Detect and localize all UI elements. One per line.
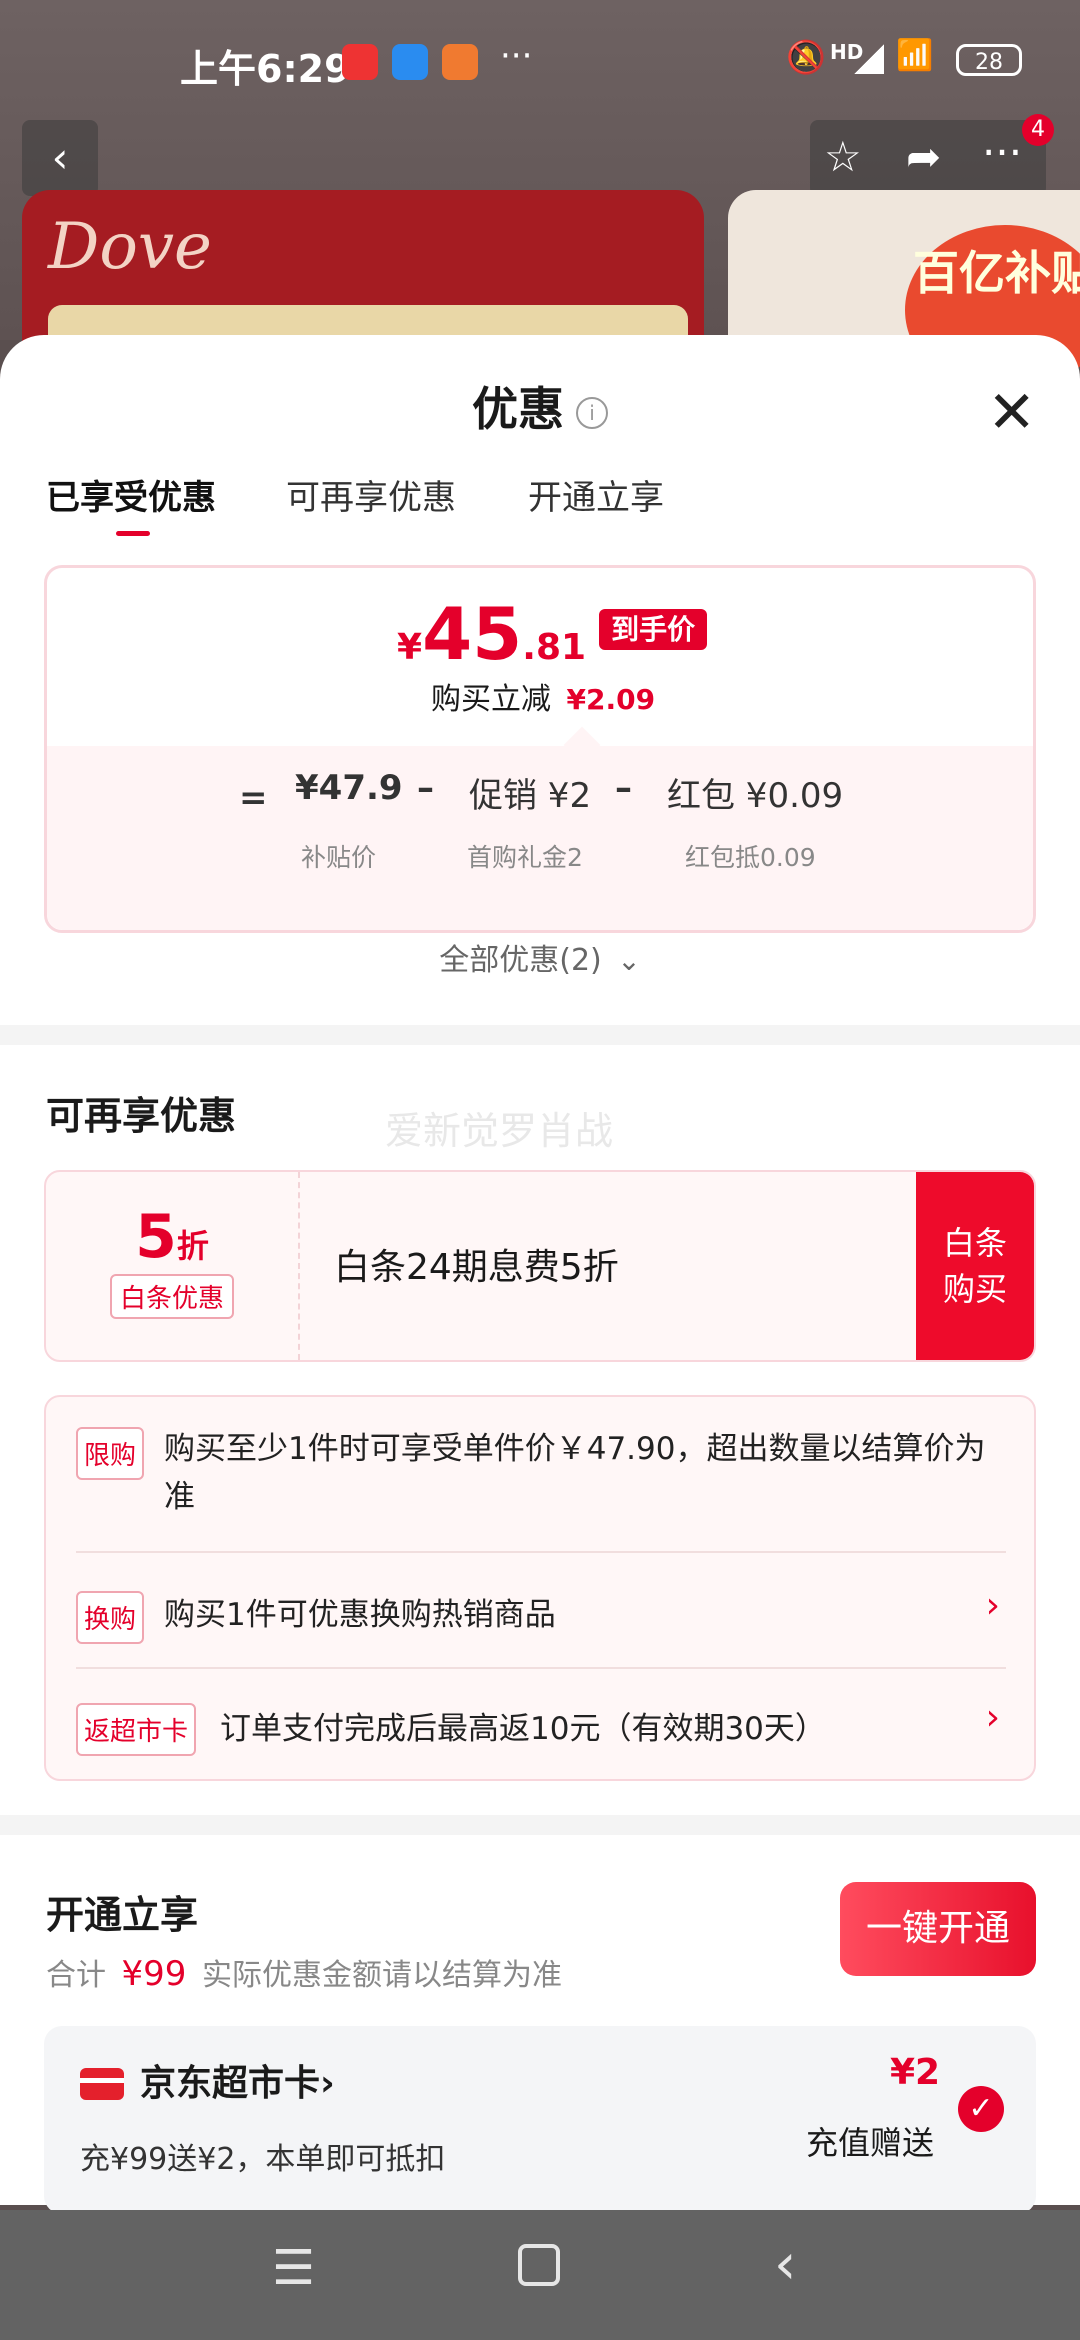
- rule-badge: 返超市卡: [76, 1703, 197, 1756]
- close-icon[interactable]: ✕: [987, 383, 1036, 441]
- mute-icon: 🔕: [786, 38, 826, 76]
- subsidy-price-label: 补贴价: [301, 843, 377, 872]
- minus-sign: –: [615, 768, 632, 808]
- card-icon: [80, 2068, 124, 2100]
- jd-card-desc: 充¥99送¥2，本单即可抵扣: [80, 2142, 446, 2177]
- system-nav-bar: ☰ ‹: [0, 2210, 1080, 2340]
- rule-text: 订单支付完成后最高返10元（有效期30天）: [220, 1711, 826, 1747]
- promo-value: 促销 ¥2: [469, 776, 592, 816]
- baitiao-buy-button[interactable]: 白条 购买: [916, 1172, 1034, 1360]
- total-label: 合计: [46, 1958, 106, 1993]
- star-icon[interactable]: ☆: [824, 132, 862, 181]
- brand-logo: Dove: [48, 210, 212, 284]
- check-icon[interactable]: ✓: [958, 2086, 1004, 2132]
- rule-badge: 换购: [76, 1591, 145, 1644]
- instant-discount-amount: ¥2.09: [566, 683, 656, 716]
- gift-label: 充值赠送: [806, 2124, 935, 2162]
- watermark: 爱新觉罗肖战: [385, 1109, 614, 1153]
- coupon-value-box: 5折 白条优惠: [46, 1172, 300, 1360]
- open-enjoy-total: 合计 ¥99 实际优惠金额请以结算为准: [46, 1950, 562, 1994]
- rule-text: 购买至少1件时可享受单件价￥47.90，超出数量以结算价为准: [164, 1431, 986, 1515]
- info-icon[interactable]: i: [576, 396, 608, 429]
- coupon-discount-unit: 折: [176, 1227, 209, 1265]
- coupon-badge: 白条优惠: [109, 1274, 234, 1319]
- discount-rules-list: 限购 购买至少1件时可享受单件价￥47.90，超出数量以结算价为准 换购 购买1…: [44, 1395, 1036, 1781]
- status-bar: 上午6:29 ··· 🔕 HD 📶 28: [0, 0, 1080, 120]
- baitiao-coupon: 5折 白条优惠 白条24期息费5折 白条 购买: [44, 1170, 1036, 1362]
- subsidy-price-value: ¥47.9: [295, 768, 403, 808]
- baitiao-buy-line2: 购买: [942, 1270, 1007, 1308]
- home-icon[interactable]: [518, 2244, 560, 2286]
- more-discounts-title: 可再享优惠: [46, 1094, 237, 1138]
- total-amount: ¥99: [121, 1954, 187, 1994]
- gift-amount-text: ¥2: [890, 2052, 941, 2093]
- jd-card-name-text: 京东超市卡: [140, 2063, 321, 2104]
- gift-amount: ¥2: [890, 2052, 940, 2093]
- top-action-group: ☆ ➦ ··· 4: [810, 114, 1054, 196]
- jd-card-name[interactable]: 京东超市卡›: [140, 2054, 335, 2106]
- price-integer: 45: [422, 592, 523, 676]
- tab-open-enjoy[interactable]: 开通立享: [528, 470, 664, 519]
- coupon-description: 白条24期息费5折: [334, 1247, 619, 1288]
- app-notification-icon: [442, 44, 478, 80]
- final-price: ¥45.81 到手价: [397, 592, 708, 676]
- instant-discount: 购买立减 ¥2.09: [431, 674, 655, 718]
- status-time: 上午6:29: [180, 47, 351, 91]
- tab-enjoyed[interactable]: 已享受优惠: [46, 470, 216, 519]
- redpacket-label: 红包抵0.09: [685, 843, 816, 872]
- notification-badge: 4: [1022, 114, 1054, 146]
- minus-sign: –: [417, 768, 434, 808]
- app-notification-icon: [392, 44, 428, 80]
- back-icon[interactable]: ‹: [774, 2232, 796, 2297]
- jd-supermarket-card-option[interactable]: 京东超市卡› 充¥99送¥2，本单即可抵扣 ¥2 充值赠送 ✓: [44, 2026, 1036, 2214]
- tab-more-discounts[interactable]: 可再享优惠: [286, 470, 456, 519]
- equals-sign: =: [239, 778, 268, 818]
- price-decimal: .81: [522, 627, 587, 668]
- section-divider: [0, 1025, 1080, 1045]
- price-card: ¥45.81 到手价 购买立减 ¥2.09 = ¥47.9 补贴价 – 促销 ¥…: [44, 565, 1036, 933]
- currency-symbol: ¥: [397, 627, 423, 668]
- coupon-discount-number: 5: [135, 1202, 177, 1272]
- all-discounts-toggle[interactable]: 全部优惠(2) ⌄: [0, 935, 1080, 979]
- total-note: 实际优惠金额请以结算为准: [202, 1958, 562, 1993]
- coupon-discount: 5折: [46, 1202, 298, 1272]
- back-button[interactable]: ‹: [22, 120, 98, 196]
- more-icon[interactable]: ···: [982, 128, 1022, 177]
- redpacket-value: 红包 ¥0.09: [667, 776, 844, 816]
- rule-badge: 限购: [76, 1427, 145, 1480]
- chevron-down-icon: ⌄: [617, 944, 641, 977]
- signal-icon: [854, 44, 884, 74]
- baitiao-buy-line1: 白条: [942, 1224, 1007, 1262]
- sheet-title-text: 优惠: [472, 382, 564, 436]
- wifi-icon: 📶: [896, 38, 934, 73]
- chevron-right-icon: ›: [985, 1697, 1000, 1738]
- open-enjoy-title: 开通立享: [46, 1893, 199, 1937]
- menu-icon[interactable]: ☰: [272, 2240, 315, 2296]
- final-price-tag: 到手价: [599, 609, 708, 650]
- promo-label: 首购礼金2: [467, 843, 583, 872]
- one-click-open-button[interactable]: 一键开通: [840, 1882, 1036, 1976]
- more-notifications-icon: ···: [500, 36, 533, 76]
- share-icon[interactable]: ➦: [906, 132, 941, 181]
- section-divider: [0, 1815, 1080, 1835]
- chevron-right-icon: ›: [985, 1585, 1000, 1626]
- all-discounts-label: 全部优惠(2): [439, 943, 602, 978]
- tab-bar: 已享受优惠 可再享优惠 开通立享: [46, 470, 1036, 560]
- active-tab-indicator: [116, 531, 150, 536]
- rule-item-cashback[interactable]: 返超市卡 订单支付完成后最高返10元（有效期30天） ›: [46, 1669, 1034, 1779]
- instant-discount-label: 购买立减: [431, 682, 551, 717]
- app-notification-icon: [342, 44, 378, 80]
- battery-icon: 28: [956, 44, 1022, 76]
- rule-text: 购买1件可优惠换购热销商品: [164, 1597, 556, 1633]
- sheet-title: 优惠 i: [0, 373, 1080, 439]
- rule-item-exchange[interactable]: 换购 购买1件可优惠换购热销商品 ›: [46, 1553, 1034, 1667]
- chevron-right-icon: ›: [320, 2063, 335, 2104]
